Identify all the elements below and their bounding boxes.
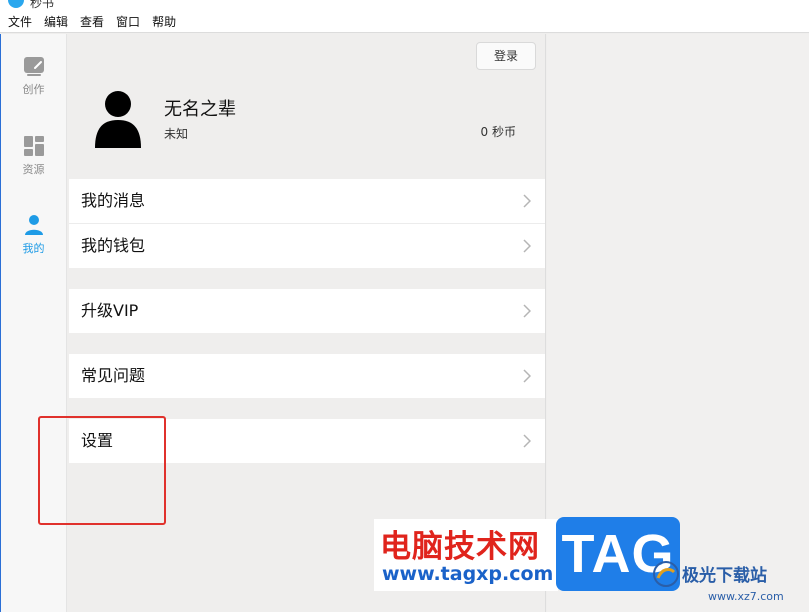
row-label-faq: 常见问题 — [81, 366, 146, 385]
nav-item-mine[interactable]: 我的 — [0, 213, 67, 273]
watermark-url: www.tagxp.com — [382, 563, 554, 585]
nav-label-create: 创作 — [22, 83, 45, 96]
row-label-wallet: 我的钱包 — [81, 236, 146, 255]
grid-icon — [23, 136, 44, 156]
chevron-right-icon — [523, 194, 531, 208]
menu-window[interactable]: 窗口 — [116, 12, 140, 33]
chevron-right-icon — [523, 239, 531, 253]
menu-file[interactable]: 文件 — [8, 12, 32, 33]
login-button[interactable]: 登录 — [476, 42, 536, 70]
title-bar: 秒书 — [0, 0, 809, 12]
coin-balance: 0 秒币 — [480, 125, 516, 139]
compose-icon — [23, 57, 44, 76]
annotation-highlight-box — [38, 416, 166, 525]
menu-view[interactable]: 查看 — [80, 12, 104, 33]
nav-label-resources: 资源 — [22, 163, 45, 176]
chevron-right-icon — [523, 434, 531, 448]
app-logo-icon — [8, 0, 24, 8]
left-nav — [0, 34, 67, 612]
row-label-messages: 我的消息 — [81, 191, 146, 210]
chevron-right-icon — [523, 304, 531, 318]
menu-row-vip[interactable]: 升级VIP — [69, 289, 545, 333]
menu-edit[interactable]: 编辑 — [44, 12, 68, 33]
user-icon — [24, 215, 43, 235]
aurora-logo-icon — [653, 561, 679, 587]
gender-label: 未知 — [164, 127, 189, 141]
watermark-site: www.xz7.com — [708, 590, 784, 603]
username: 无名之辈 — [164, 99, 236, 120]
menu-row-messages[interactable]: 我的消息 — [69, 179, 545, 223]
window-title: 秒书 — [30, 0, 55, 10]
row-label-vip: 升级VIP — [81, 301, 139, 320]
menu-help[interactable]: 帮助 — [152, 12, 176, 33]
menu-row-wallet[interactable]: 我的钱包 — [69, 224, 545, 268]
menu-bar: 文件 编辑 查看 窗口 帮助 — [0, 12, 809, 33]
user-avatar-icon — [95, 91, 141, 148]
watermark-cn-text: 电脑技术网 — [380, 529, 540, 565]
nav-label-mine: 我的 — [22, 242, 45, 255]
nav-item-create[interactable]: 创作 — [0, 54, 67, 114]
watermark-brand: 极光下载站 — [682, 566, 767, 586]
window-edge — [0, 34, 1, 612]
nav-item-resources[interactable]: 资源 — [0, 134, 67, 194]
menu-row-faq[interactable]: 常见问题 — [69, 354, 545, 398]
chevron-right-icon — [523, 369, 531, 383]
